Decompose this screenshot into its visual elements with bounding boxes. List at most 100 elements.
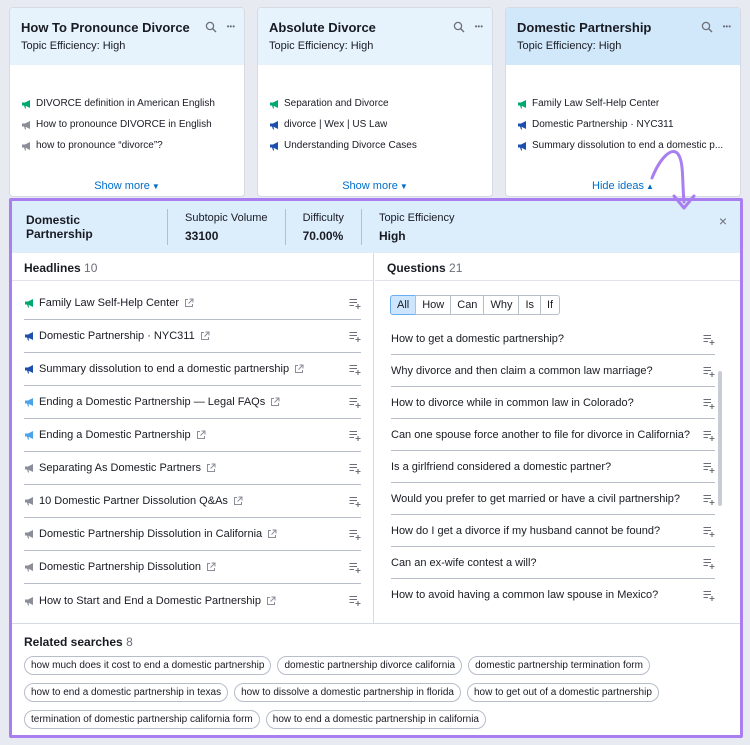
add-to-list-icon[interactable] bbox=[349, 463, 361, 474]
external-link-icon[interactable] bbox=[200, 331, 210, 341]
related-search-chip[interactable]: domestic partnership termination form bbox=[468, 656, 650, 675]
card-efficiency: Topic Efficiency: High bbox=[517, 40, 622, 52]
add-to-list-icon[interactable] bbox=[703, 494, 715, 505]
card-title[interactable]: How To Pronounce Divorce bbox=[21, 20, 233, 35]
headline-text: Separation and Divorce bbox=[284, 98, 389, 109]
table-row: Ending a Domestic Partnership — Legal FA… bbox=[24, 386, 361, 419]
question-text[interactable]: How to get a domestic partnership? bbox=[391, 333, 564, 345]
megaphone-icon bbox=[270, 141, 278, 150]
add-to-list-icon[interactable] bbox=[349, 331, 361, 342]
list-item[interactable]: Separation and Divorce bbox=[269, 93, 481, 114]
list-item[interactable]: DIVORCÉ definition in American English bbox=[21, 93, 233, 114]
card-title[interactable]: Domestic Partnership bbox=[517, 20, 729, 35]
headlines-list: Family Law Self-Help Center Domestic Part… bbox=[12, 281, 373, 617]
list-item[interactable]: divorce | Wex | US Law bbox=[269, 114, 481, 135]
question-text[interactable]: Would you prefer to get married or have … bbox=[391, 493, 680, 505]
headline-text[interactable]: Ending a Domestic Partnership bbox=[39, 429, 191, 441]
search-icon[interactable] bbox=[701, 21, 713, 33]
more-options-icon[interactable]: ••• bbox=[227, 22, 235, 32]
filter-if[interactable]: If bbox=[540, 295, 561, 315]
add-to-list-icon[interactable] bbox=[703, 526, 715, 537]
headline-text: DIVORCÉ definition in American English bbox=[36, 98, 215, 109]
external-link-icon[interactable] bbox=[206, 562, 216, 572]
megaphone-icon bbox=[25, 398, 33, 407]
related-search-chip[interactable]: domestic partnership divorce california bbox=[277, 656, 463, 675]
add-to-list-icon[interactable] bbox=[703, 430, 715, 441]
headline-text: how to pronounce “divorce”? bbox=[36, 140, 163, 151]
related-search-chip[interactable]: how much does it cost to end a domestic … bbox=[24, 656, 272, 675]
question-text[interactable]: Why divorce and then claim a common law … bbox=[391, 365, 653, 377]
add-to-list-icon[interactable] bbox=[703, 334, 715, 345]
add-to-list-icon[interactable] bbox=[703, 590, 715, 601]
question-text[interactable]: Is a girlfriend considered a domestic pa… bbox=[391, 461, 611, 473]
megaphone-icon bbox=[270, 120, 278, 129]
close-icon[interactable]: × bbox=[719, 213, 727, 229]
question-text[interactable]: Can an ex-wife contest a will? bbox=[391, 557, 537, 569]
question-text[interactable]: How do I get a divorce if my husband can… bbox=[391, 525, 660, 537]
external-link-icon[interactable] bbox=[266, 596, 276, 606]
questions-scrollbar[interactable] bbox=[718, 371, 722, 506]
add-to-list-icon[interactable] bbox=[349, 298, 361, 309]
add-to-list-icon[interactable] bbox=[349, 496, 361, 507]
table-row: Why divorce and then claim a common law … bbox=[391, 355, 715, 387]
search-icon[interactable] bbox=[453, 21, 465, 33]
more-options-icon[interactable]: ••• bbox=[723, 22, 731, 32]
headline-text[interactable]: How to Start and End a Domestic Partners… bbox=[39, 595, 261, 607]
headline-text[interactable]: Domestic Partnership Dissolution in Cali… bbox=[39, 528, 262, 540]
headline-text[interactable]: Family Law Self-Help Center bbox=[39, 297, 179, 309]
topic-card[interactable]: How To Pronounce Divorce Topic Efficiency… bbox=[9, 7, 245, 197]
headline-text[interactable]: 10 Domestic Partner Dissolution Q&As bbox=[39, 495, 228, 507]
question-text[interactable]: How to avoid having a common law spouse … bbox=[391, 589, 658, 601]
question-text[interactable]: How to divorce while in common law in Co… bbox=[391, 397, 634, 409]
list-item[interactable]: Understanding Divorce Cases bbox=[269, 135, 481, 156]
related-search-chip[interactable]: how to end a domestic partnership in tex… bbox=[24, 683, 229, 702]
headlines-column: Headlines 10 Family Law Self-Help Center… bbox=[12, 253, 374, 623]
related-search-chip[interactable]: termination of domestic partnership cali… bbox=[24, 710, 260, 729]
topic-card[interactable]: Absolute Divorce Topic Efficiency: High ••… bbox=[257, 7, 493, 197]
filter-all[interactable]: All bbox=[390, 295, 417, 315]
add-to-list-icon[interactable] bbox=[349, 529, 361, 540]
list-item[interactable]: How to pronounce DIVORCE in English bbox=[21, 114, 233, 135]
card-title[interactable]: Absolute Divorce bbox=[269, 20, 481, 35]
megaphone-icon bbox=[518, 99, 526, 108]
external-link-icon[interactable] bbox=[196, 430, 206, 440]
add-to-list-icon[interactable] bbox=[703, 558, 715, 569]
external-link-icon[interactable] bbox=[206, 463, 216, 473]
headline-text[interactable]: Domestic Partnership · NYC311 bbox=[39, 330, 195, 342]
headline-text[interactable]: Domestic Partnership Dissolution bbox=[39, 561, 201, 573]
add-to-list-icon[interactable] bbox=[349, 595, 361, 606]
add-to-list-icon[interactable] bbox=[703, 462, 715, 473]
list-item[interactable]: Domestic Partnership · NYC311 bbox=[517, 114, 729, 135]
add-to-list-icon[interactable] bbox=[703, 366, 715, 377]
filter-is[interactable]: Is bbox=[518, 295, 541, 315]
more-options-icon[interactable]: ••• bbox=[475, 22, 483, 32]
panel-title: Domestic Partnership bbox=[26, 213, 93, 241]
search-icon[interactable] bbox=[205, 21, 217, 33]
headline-text[interactable]: Separating As Domestic Partners bbox=[39, 462, 201, 474]
external-link-icon[interactable] bbox=[267, 529, 277, 539]
table-row: Is a girlfriend considered a domestic pa… bbox=[391, 451, 715, 483]
list-item[interactable]: Family Law Self-Help Center bbox=[517, 93, 729, 114]
list-item[interactable]: how to pronounce “divorce”? bbox=[21, 135, 233, 156]
show-more-link[interactable]: Show more ▼ bbox=[258, 180, 492, 192]
add-to-list-icon[interactable] bbox=[349, 364, 361, 375]
add-to-list-icon[interactable] bbox=[349, 430, 361, 441]
show-more-link[interactable]: Show more ▼ bbox=[10, 180, 244, 192]
filter-can[interactable]: Can bbox=[450, 295, 485, 315]
external-link-icon[interactable] bbox=[184, 298, 194, 308]
question-text[interactable]: Can one spouse force another to file for… bbox=[391, 429, 690, 441]
related-search-chip[interactable]: how to dissolve a domestic partnership i… bbox=[234, 683, 461, 702]
external-link-icon[interactable] bbox=[270, 397, 280, 407]
add-to-list-icon[interactable] bbox=[349, 397, 361, 408]
add-to-list-icon[interactable] bbox=[349, 562, 361, 573]
headline-text[interactable]: Summary dissolution to end a domestic pa… bbox=[39, 363, 289, 375]
related-search-chip[interactable]: how to end a domestic partnership in cal… bbox=[265, 710, 486, 729]
megaphone-icon bbox=[25, 497, 33, 506]
related-search-chip[interactable]: how to get out of a domestic partnership bbox=[467, 683, 659, 702]
headline-text[interactable]: Ending a Domestic Partnership — Legal FA… bbox=[39, 396, 265, 408]
add-to-list-icon[interactable] bbox=[703, 398, 715, 409]
filter-how[interactable]: How bbox=[415, 295, 452, 315]
filter-why[interactable]: Why bbox=[483, 295, 520, 315]
external-link-icon[interactable] bbox=[294, 364, 304, 374]
external-link-icon[interactable] bbox=[233, 496, 243, 506]
